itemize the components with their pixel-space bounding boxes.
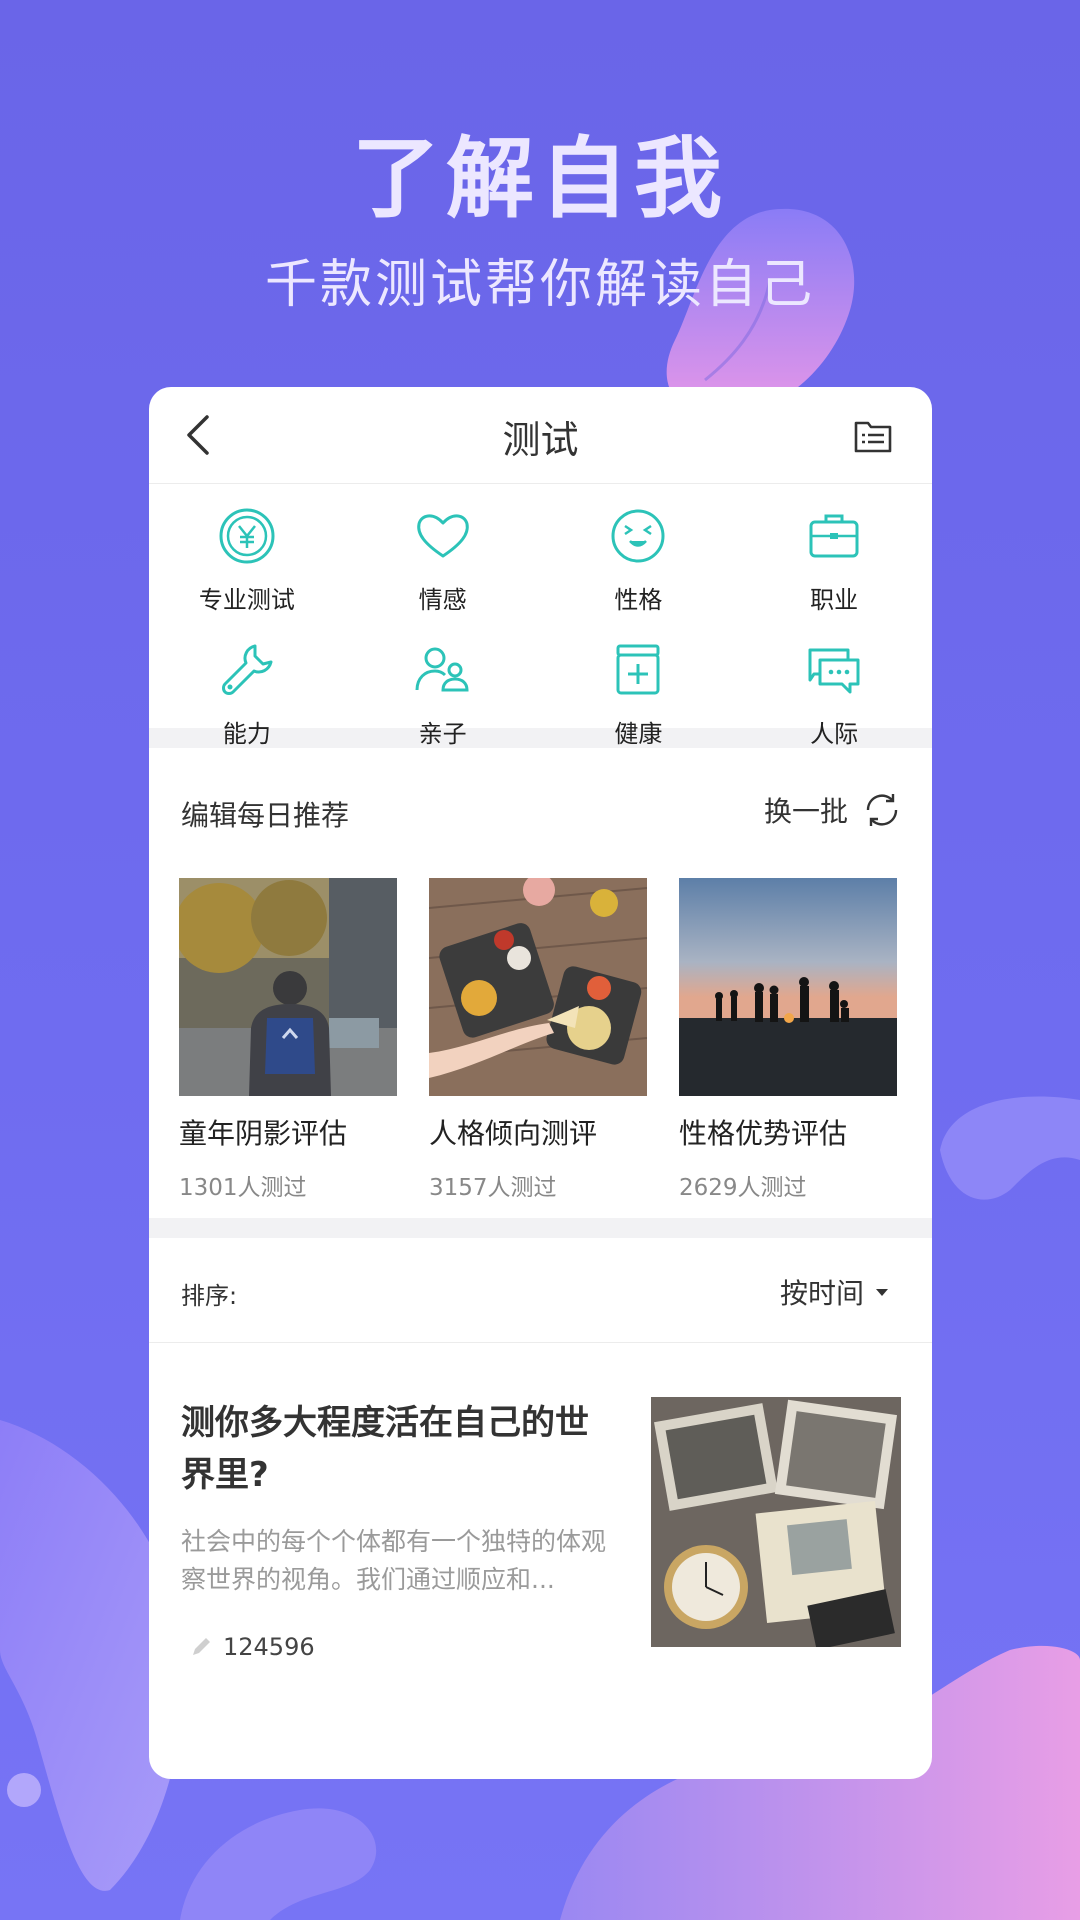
category-career[interactable]: 职业: [736, 506, 932, 640]
article-thumbnail-photos-watch: [651, 1397, 901, 1647]
medicine-box-icon: [616, 644, 660, 695]
category-label: 健康: [614, 720, 663, 748]
category-personality[interactable]: 性格: [541, 506, 737, 640]
recommend-count: 1301人测过: [179, 1175, 307, 1201]
list-icon[interactable]: [854, 419, 892, 453]
category-label: 亲子: [418, 720, 467, 748]
article-views: 124596: [189, 1633, 315, 1661]
recommend-card[interactable]: 人格倾向测评 3157人测过: [428, 874, 648, 1218]
hero-subtitle: 千款测试帮你解读自己: [264, 255, 815, 315]
article-views-count: 124596: [223, 1633, 315, 1661]
yen-coin-icon: [219, 508, 275, 564]
parent-child-icon: [415, 647, 469, 692]
hero-title: 了解自我: [351, 127, 728, 230]
dot-left: [7, 1773, 41, 1807]
recommend-name: 性格优势评估: [679, 1117, 848, 1150]
article-title: 测你多大程度活在自己的世界里?: [181, 1403, 589, 1495]
phone-card: 测试 专业测试 情感 性格 职业 能力 亲子 健康 人际 编辑每日推荐 换一批 …: [149, 387, 932, 1779]
article-desc: 社会中的每个个体都有一个独特的体观察世界的视角。我们通过顺应和...: [181, 1527, 607, 1594]
category-label: 情感: [418, 586, 467, 614]
blob-right: [940, 1096, 1080, 1200]
category-emotion[interactable]: 情感: [345, 506, 541, 640]
recommend-count: 2629人测过: [679, 1175, 807, 1201]
refresh-icon: [866, 794, 898, 826]
recommend-header: 编辑每日推荐 换一批: [149, 748, 932, 878]
thumbnail-food-table: [428, 874, 648, 1096]
pencil-icon: [193, 1638, 210, 1655]
recommend-name: 童年阴影评估: [179, 1117, 348, 1150]
page-title: 测试: [502, 418, 579, 462]
category-grid: 专业测试 情感 性格 职业 能力 亲子 健康 人际: [149, 484, 932, 748]
category-label: 能力: [222, 720, 271, 748]
recommend-card[interactable]: 童年阴影评估 1301人测过: [174, 878, 397, 1218]
swap-batch-button[interactable]: 换一批: [764, 790, 902, 830]
category-label: 性格: [614, 586, 663, 614]
thumbnail-street-person: [174, 878, 397, 1096]
article-item[interactable]: 测你多大程度活在自己的世界里? 社会中的每个个体都有一个独特的体观察世界的视角。…: [149, 1343, 932, 1663]
caret-down-icon: [876, 1288, 888, 1296]
heart-icon: [416, 514, 469, 558]
recommend-list: 童年阴影评估 1301人测过 人格倾向测评 3157人测过 性格优势评估 262…: [149, 874, 932, 1218]
chat-bubbles-icon: [808, 648, 860, 694]
category-label: 职业: [810, 586, 859, 614]
nav-bar: 测试: [149, 387, 932, 484]
sort-value: 按时间: [779, 1277, 864, 1310]
sort-row: 排序: 按时间: [149, 1238, 932, 1343]
wrench-icon: [221, 644, 273, 695]
sort-dropdown[interactable]: 按时间: [780, 1272, 888, 1312]
smiley-icon: [611, 509, 665, 563]
recommend-title: 编辑每日推荐: [181, 799, 350, 832]
sort-label: 排序:: [181, 1282, 238, 1310]
briefcase-icon: [809, 514, 859, 558]
section-divider: [149, 1218, 932, 1238]
recommend-name: 人格倾向测评: [429, 1117, 598, 1150]
swap-label: 换一批: [763, 795, 848, 828]
category-label: 人际: [810, 720, 859, 748]
category-label: 专业测试: [198, 586, 295, 614]
thumbnail-beach-sunset: [679, 878, 897, 1096]
recommend-card[interactable]: 性格优势评估 2629人测过: [679, 878, 897, 1218]
blob-bottom-center: [180, 1808, 377, 1920]
category-professional[interactable]: 专业测试: [149, 506, 345, 640]
recommend-count: 3157人测过: [429, 1175, 557, 1201]
